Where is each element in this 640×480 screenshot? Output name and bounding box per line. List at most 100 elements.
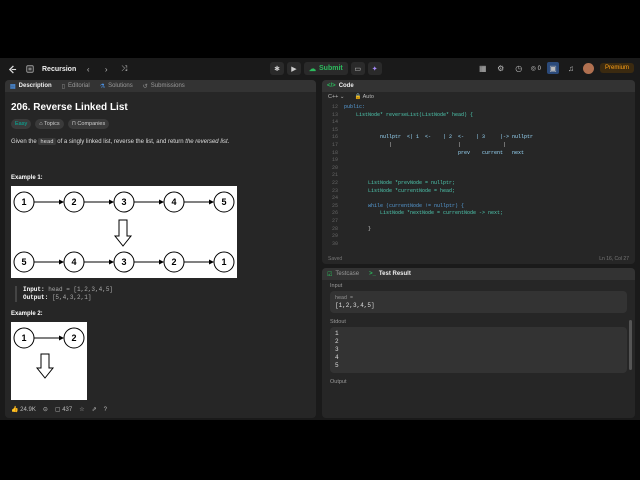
language-select[interactable]: C++ ⌄ [328,94,345,100]
line-number: 13 [331,111,338,118]
transform-arrow-2 [35,353,55,379]
cursor-position: Ln 16, Col 27 [599,256,629,262]
code-line[interactable]: ListNode* reverseList(ListNode* head) { [344,112,473,118]
line-number: 22 [331,180,338,186]
line-number: 20 [331,164,338,171]
bell-icon[interactable]: ♫ [565,62,577,74]
code-line[interactable]: prev current next [344,150,524,156]
book-icon: ▯ [61,83,65,90]
code-line[interactable]: ListNode *nextNode = currentNode -> next… [344,210,503,216]
code-editor[interactable]: 12 public: 13 ListNode* reverseList(ListNo… [322,102,635,252]
settings-icon[interactable]: ⚙ [495,62,507,74]
ex1-top-node-label-1: 2 [71,197,76,207]
history-icon: ↺ [142,83,148,90]
tab-testcase[interactable]: ☑ Testcase [327,271,359,278]
stdout-line: 3 [335,346,339,353]
difficulty-badge: Easy [11,119,32,129]
share-button[interactable]: ⇗ [92,406,97,413]
tab-test-result[interactable]: >_ Test Result [369,271,411,277]
line-number: 19 [331,157,338,164]
run-button[interactable]: ▶ [287,62,301,75]
timer-icon[interactable]: ◷ [513,62,525,74]
tab-description[interactable]: ▤ Description [10,83,52,90]
favorite-button[interactable]: ☆ [79,406,84,413]
checkbox-icon: ☑ [327,271,333,278]
run-controls: ✱ ▶ ☁ Submit ▭ ✦ [270,62,382,75]
layout-icon[interactable]: ▦ [477,62,489,74]
auto-mode[interactable]: 🔒 Auto [355,94,374,100]
line-number: 14 [331,119,338,126]
help-button[interactable]: ? [104,407,107,413]
line-number: 26 [331,210,338,217]
save-status: Saved [328,256,343,262]
problem-title[interactable]: 206. Reverse Linked List [11,102,310,113]
transform-arrow [113,219,133,247]
stdout-line: 5 [335,362,339,369]
line-number: 28 [331,225,338,232]
stdout-box: 12345 [330,327,627,373]
code-line[interactable]: ListNode *currentNode = head; [344,188,455,194]
code-tabs: </> Code [322,80,635,92]
output-label: Output [330,379,347,385]
shuffle-icon[interactable]: ⤨ [118,63,130,75]
terminal-icon: >_ [369,271,376,277]
line-number: 25 [331,202,338,209]
code-line[interactable]: public: [344,104,365,110]
head-label: head = [335,295,354,301]
test-scrollbar[interactable] [629,320,632,370]
debug-button[interactable]: ✱ [270,62,284,75]
stdout-line: 1 [335,330,339,337]
problem-list-title[interactable]: Recursion [42,66,76,73]
dislike-button[interactable]: ⊝ [43,406,48,413]
avatar[interactable] [582,62,594,74]
star-icon: ☆ [79,407,85,413]
tab-editorial[interactable]: ▯ Editorial [62,83,90,90]
document-icon: ▤ [10,83,16,90]
line-number: 24 [331,195,338,202]
leetcode-logo-icon[interactable] [6,63,18,75]
companies-badge[interactable]: ⊓ Companies [67,119,110,129]
premium-button[interactable]: Premium [599,63,634,73]
submit-button[interactable]: ☁ Submit [304,62,348,75]
next-problem-icon[interactable]: › [100,63,112,75]
prev-problem-icon[interactable]: ‹ [82,63,94,75]
code-line[interactable]: nullptr <| 1 <- | 2 <- | 3 |-> nullptr [344,134,533,140]
ex1-bottom-node-label-1: 4 [71,257,76,267]
line-number: 29 [331,233,338,240]
cloud-upload-icon: ☁ [309,65,316,73]
test-panel: ☑ Testcase >_ Test Result Input head = [1,… [322,268,635,418]
ai-button[interactable]: ✦ [367,62,382,75]
tab-submissions[interactable]: ↺ Submissions [143,83,185,90]
line-number: 30 [331,240,338,247]
notification-icon[interactable]: ▣ [546,62,559,74]
tab-code[interactable]: </> Code [327,83,354,89]
notes-button[interactable]: ▭ [350,62,365,75]
code-line[interactable]: ListNode *prevNode = nullptr; [344,180,455,186]
ex2-top-node-label-0: 1 [21,333,26,343]
problem-list-icon[interactable] [24,63,36,75]
comment-icon: ▢ [54,407,61,413]
head-code: head [38,138,56,145]
problem-statement: Given the head of a singly linked list, … [11,138,230,145]
tab-solutions[interactable]: ⚗ Solutions [100,83,133,90]
topics-badge[interactable]: ⌂ Topics [35,119,64,129]
note-icon: ▭ [354,65,362,73]
lock-icon: 🔒 [354,94,362,100]
comments-button[interactable]: ▢ 437 [55,406,72,413]
ex2-top-node-label-1: 2 [71,333,76,343]
like-button[interactable]: 👍 24.9K [11,406,36,413]
code-line[interactable]: while (currentNode != nullptr) { [344,203,464,209]
line-number: 15 [331,126,338,133]
example-1-io: Input: head = [1,2,3,4,5] Output: [5,4,3… [15,286,113,302]
description-footer: 👍 24.9K ⊝ ▢ 437 ☆ ⇗ ? [5,401,316,418]
description-panel: ▤ Description ▯ Editorial ⚗ Solutions ↺ Subm… [5,80,316,418]
language-bar: C++ ⌄ 🔒 Auto [322,92,635,102]
ex1-bottom-node-label-4: 1 [221,257,226,267]
ex1-bottom-node-label-0: 5 [21,257,26,267]
line-number: 18 [331,149,338,156]
bug-icon: ✱ [274,65,280,73]
coin-count[interactable]: ◎ 0 [531,65,541,72]
code-line[interactable]: } [344,226,371,232]
sparkle-icon: ✦ [371,65,378,73]
code-line[interactable]: | | | [344,142,506,148]
